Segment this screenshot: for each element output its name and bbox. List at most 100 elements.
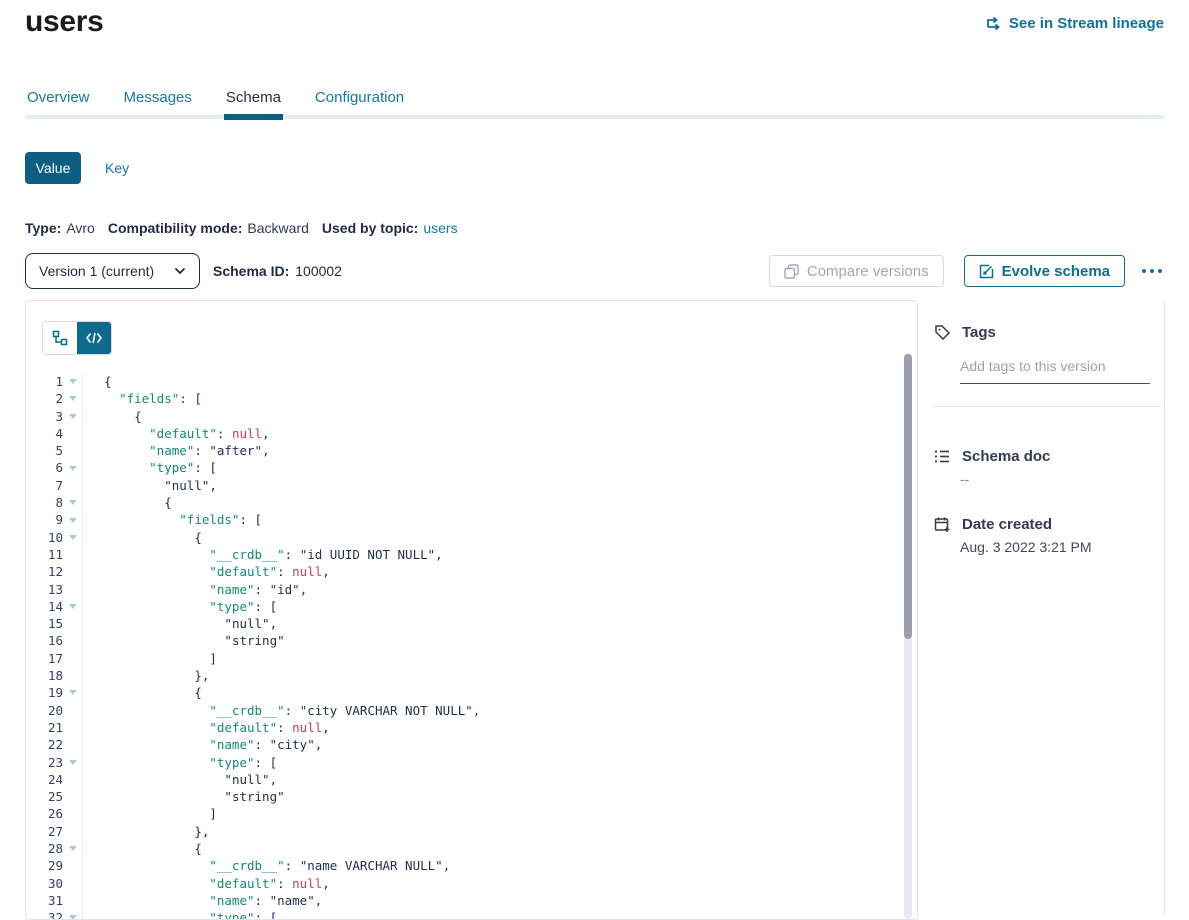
fold-spacer: [63, 477, 82, 494]
schema-doc-title: Schema doc: [962, 448, 1050, 465]
add-tags-input[interactable]: [960, 358, 1150, 384]
line-number: 26: [26, 805, 63, 822]
topic-link[interactable]: users: [423, 220, 457, 236]
line-number: 29: [26, 857, 63, 874]
meta-type: Type: Avro: [25, 220, 95, 236]
fold-toggle-icon[interactable]: [63, 373, 82, 390]
version-dropdown[interactable]: Version 1 (current): [25, 253, 200, 289]
code-view-button[interactable]: [77, 322, 111, 354]
tab-schema[interactable]: Schema: [224, 89, 283, 115]
sidebar-divider: [932, 406, 1162, 407]
compatibility-label: Compatibility mode:: [108, 220, 243, 236]
fold-spacer: [63, 563, 82, 580]
compare-versions-button[interactable]: Compare versions: [769, 255, 944, 287]
value-toggle-button[interactable]: Value: [25, 152, 81, 184]
code-text: "default": null,: [82, 563, 903, 580]
tab-configuration[interactable]: Configuration: [313, 89, 406, 115]
code-text: {: [82, 840, 903, 857]
code-line: 30 "default": null,: [26, 875, 903, 892]
line-number: 31: [26, 892, 63, 909]
fold-toggle-icon[interactable]: [63, 459, 82, 476]
code-text: "type": [: [82, 754, 903, 771]
line-number: 4: [26, 425, 63, 442]
code-line: 32 "type": [: [26, 909, 903, 920]
code-line: 24 "null",: [26, 771, 903, 788]
schema-doc-section-header: Schema doc: [934, 448, 1050, 465]
code-line: 4 "default": null,: [26, 425, 903, 442]
more-actions-button[interactable]: [1140, 263, 1164, 279]
line-number: 17: [26, 650, 63, 667]
fold-spacer: [63, 425, 82, 442]
code-text: {: [82, 494, 903, 511]
fold-toggle-icon[interactable]: [63, 684, 82, 701]
fold-spacer: [63, 546, 82, 563]
code-line: 29 "__crdb__": "name VARCHAR NULL",: [26, 857, 903, 874]
fold-toggle-icon[interactable]: [63, 529, 82, 546]
code-editor-content[interactable]: 1{2 "fields": [3 {4 "default": null,5 "n…: [26, 373, 903, 920]
code-line: 31 "name": "name",: [26, 892, 903, 909]
line-number: 30: [26, 875, 63, 892]
schema-id: Schema ID: 100002: [213, 263, 342, 279]
list-icon: [934, 449, 951, 464]
code-line: 19 {: [26, 684, 903, 701]
date-created-value: Aug. 3 2022 3:21 PM: [960, 539, 1092, 555]
fold-toggle-icon[interactable]: [63, 511, 82, 528]
code-line: 26 ]: [26, 805, 903, 822]
code-line: 14 "type": [: [26, 598, 903, 615]
code-text: {: [82, 373, 903, 390]
code-text: "default": null,: [82, 875, 903, 892]
fold-toggle-icon[interactable]: [63, 754, 82, 771]
line-number: 16: [26, 632, 63, 649]
key-toggle-button[interactable]: Key: [105, 160, 129, 176]
tags-section-header: Tags: [934, 324, 996, 341]
line-number: 2: [26, 390, 63, 407]
fold-toggle-icon[interactable]: [63, 390, 82, 407]
edit-schema-icon: [979, 264, 994, 279]
code-text: "name": "id",: [82, 581, 903, 598]
stream-lineage-icon: [985, 16, 1002, 31]
date-created-title: Date created: [962, 516, 1052, 533]
line-number: 11: [26, 546, 63, 563]
scrollbar-thumb[interactable]: [904, 354, 912, 639]
schema-sidebar: Tags Schema doc -- Date created Aug. 3 2…: [930, 300, 1165, 916]
code-text: "__crdb__": "city VARCHAR NOT NULL",: [82, 702, 903, 719]
version-toolbar: Version 1 (current) Schema ID: 100002 Co…: [25, 253, 1164, 289]
code-text: "name": "city",: [82, 736, 903, 753]
dot-icon: [1142, 269, 1146, 273]
schema-doc-value: --: [960, 471, 969, 487]
type-value: Avro: [66, 220, 95, 236]
dot-icon: [1150, 269, 1154, 273]
versions-icon: [784, 264, 799, 279]
code-line: 15 "null",: [26, 615, 903, 632]
line-number: 28: [26, 840, 63, 857]
line-number: 9: [26, 511, 63, 528]
code-line: 16 "string": [26, 632, 903, 649]
tree-view-button[interactable]: [43, 322, 77, 354]
line-number: 3: [26, 408, 63, 425]
evolve-schema-button[interactable]: Evolve schema: [964, 255, 1125, 287]
see-in-stream-lineage-link[interactable]: See in Stream lineage: [985, 15, 1164, 32]
compatibility-value: Backward: [247, 220, 308, 236]
line-number: 12: [26, 563, 63, 580]
fold-toggle-icon[interactable]: [63, 598, 82, 615]
line-number: 8: [26, 494, 63, 511]
editor-scrollbar[interactable]: [904, 353, 912, 919]
fold-toggle-icon[interactable]: [63, 840, 82, 857]
fold-spacer: [63, 805, 82, 822]
code-line: 8 {: [26, 494, 903, 511]
fold-spacer: [63, 667, 82, 684]
code-text: ]: [82, 650, 903, 667]
code-text: "default": null,: [82, 425, 903, 442]
fold-toggle-icon[interactable]: [63, 909, 82, 920]
code-line: 27 },: [26, 823, 903, 840]
fold-toggle-icon[interactable]: [63, 494, 82, 511]
tab-messages[interactable]: Messages: [122, 89, 194, 115]
fold-spacer: [63, 857, 82, 874]
code-line: 6 "type": [: [26, 459, 903, 476]
tab-overview[interactable]: Overview: [25, 89, 92, 115]
line-number: 7: [26, 477, 63, 494]
fold-toggle-icon[interactable]: [63, 408, 82, 425]
code-line: 18 },: [26, 667, 903, 684]
schema-id-label: Schema ID:: [213, 263, 289, 279]
tab-bar: Overview Messages Schema Configuration: [25, 89, 1164, 119]
